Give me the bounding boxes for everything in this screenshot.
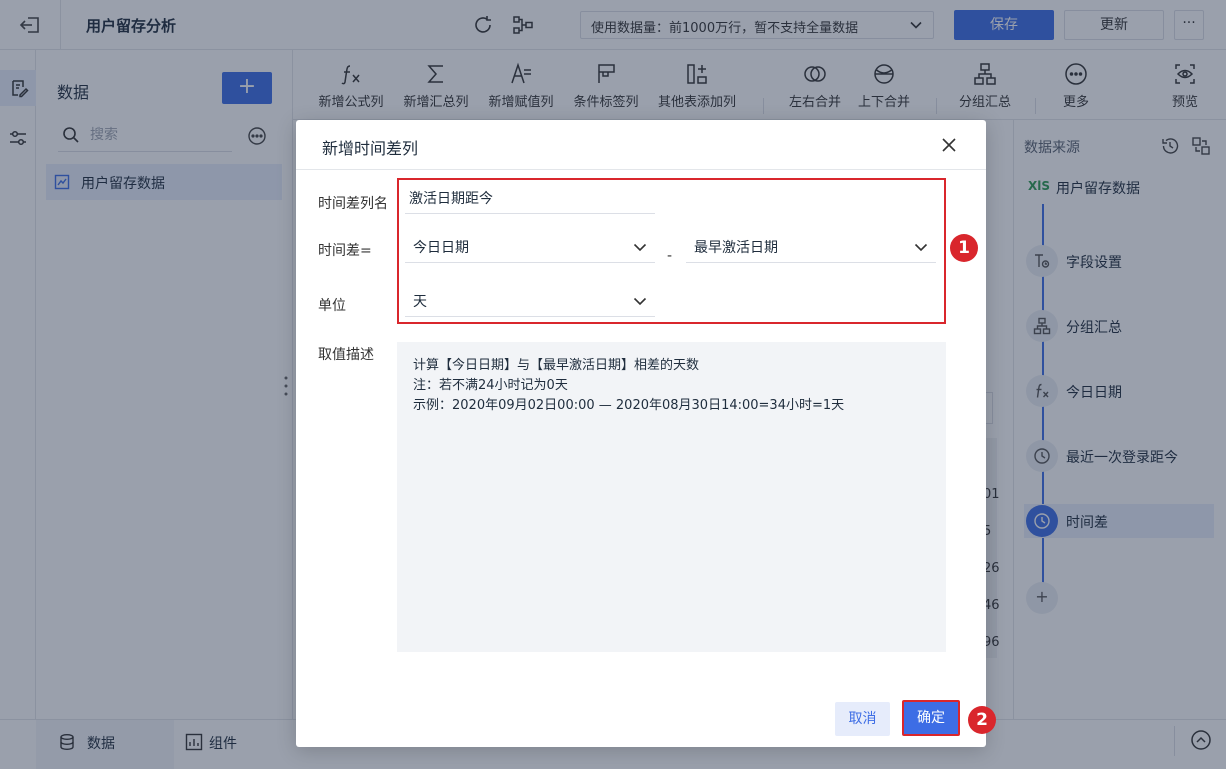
- highlight-box: [397, 178, 946, 324]
- description-line: 计算【今日日期】与【最早激活日期】相差的天数: [413, 358, 700, 373]
- time-diff-label: 时间差=: [318, 243, 372, 259]
- cancel-button[interactable]: 取消: [835, 702, 890, 736]
- unit-label: 单位: [318, 298, 346, 314]
- dialog-header: 新增时间差列: [296, 120, 986, 170]
- annotation-badge-2: 2: [968, 706, 996, 734]
- column-name-label: 时间差列名: [318, 196, 388, 212]
- description-line: 注：若不满24小时记为0天: [413, 378, 568, 393]
- description-box: 计算【今日日期】与【最早激活日期】相差的天数 注：若不满24小时记为0天 示例：…: [397, 342, 946, 652]
- close-icon[interactable]: [941, 137, 957, 153]
- annotation-badge-1: 1: [950, 234, 978, 262]
- add-time-diff-dialog: 新增时间差列 时间差列名 时间差= 今日日期 - 最早激活日期 单位 天 1 取…: [296, 120, 996, 747]
- dialog-title: 新增时间差列: [322, 139, 419, 158]
- description-line: 示例：2020年09月02日00:00 — 2020年08月30日14:00=3…: [413, 398, 845, 413]
- description-label: 取值描述: [318, 347, 374, 363]
- confirm-button[interactable]: 确定: [902, 700, 960, 736]
